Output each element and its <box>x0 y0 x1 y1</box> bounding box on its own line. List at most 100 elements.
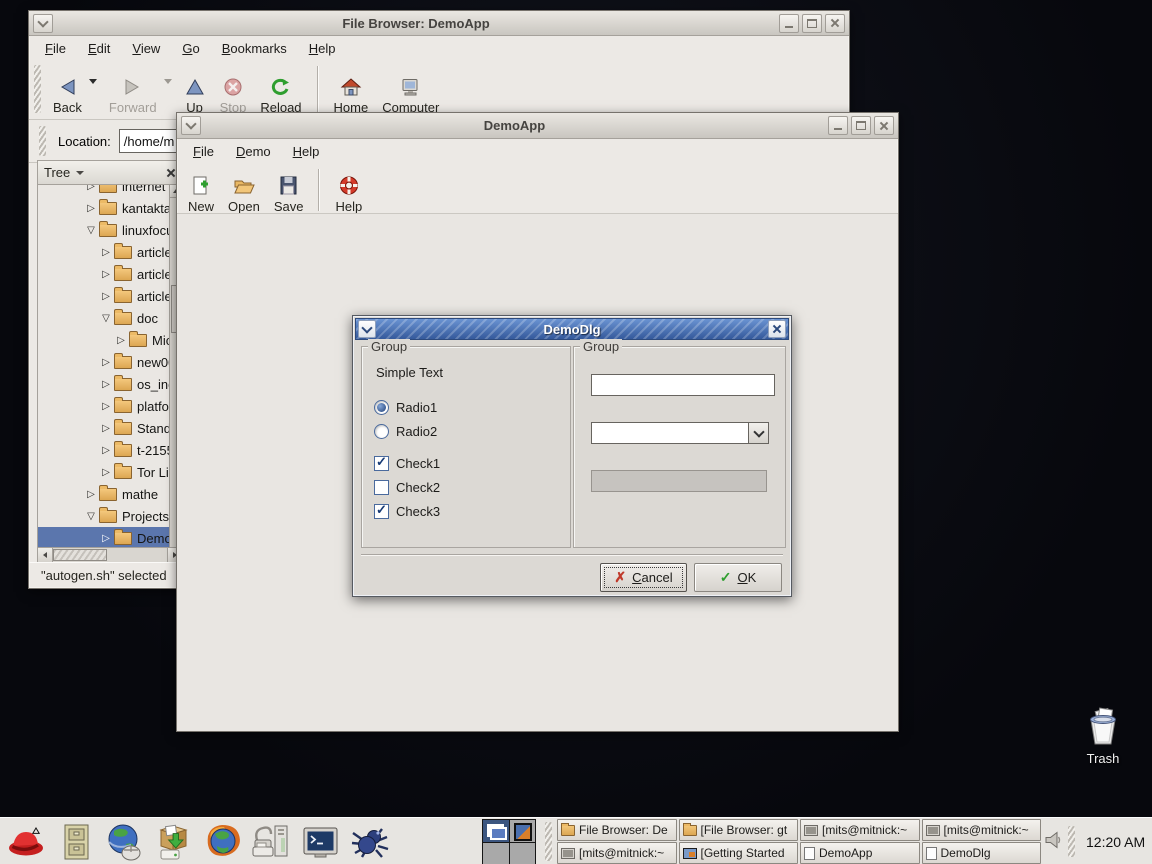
checkbox-check3[interactable]: Check3 <box>374 499 440 523</box>
collapse-icon[interactable]: ▽ <box>84 225 98 236</box>
demodlg-titlebar[interactable]: DemoDlg <box>355 318 789 340</box>
tree-item-demoa[interactable]: ▷DemoA <box>38 527 170 548</box>
taskbar-window-demodlg[interactable]: DemoDlg <box>922 842 1042 864</box>
expand-icon[interactable]: ▷ <box>99 269 113 280</box>
tree-item-internet[interactable]: ▷internet <box>38 185 170 197</box>
minimize-button[interactable] <box>779 14 799 33</box>
checkbox-icon[interactable] <box>374 480 389 495</box>
close-button[interactable] <box>874 116 894 135</box>
expand-icon[interactable]: ▷ <box>84 203 98 214</box>
tree-item-os-inc[interactable]: ▷os_inc <box>38 373 170 395</box>
taskbar-window-mits-mitnick[interactable]: [mits@mitnick:~ <box>800 819 920 841</box>
tree-item-standa[interactable]: ▷Standa <box>38 417 170 439</box>
launcher-terminal[interactable] <box>300 822 342 862</box>
launcher-file-manager[interactable] <box>55 822 97 862</box>
close-sidebar-icon[interactable] <box>166 168 176 178</box>
launcher-package-installer[interactable] <box>153 822 195 862</box>
checkbox-icon[interactable] <box>374 504 389 519</box>
menu-bookmarks[interactable]: Bookmarks <box>214 39 295 58</box>
window-menu-button[interactable] <box>33 14 53 33</box>
workspace-2[interactable] <box>510 820 536 842</box>
expand-icon[interactable]: ▷ <box>99 423 113 434</box>
taskbar-window-mits-mitnick[interactable]: [mits@mitnick:~ <box>557 842 677 864</box>
expand-icon[interactable]: ▷ <box>99 357 113 368</box>
scroll-left-button[interactable] <box>38 548 53 562</box>
launcher-red-hat-menu[interactable] <box>6 822 48 862</box>
clock-drag-handle[interactable] <box>1068 826 1075 857</box>
forward-button[interactable]: Forward <box>102 62 164 116</box>
workspace-1[interactable] <box>483 820 509 842</box>
tree-item-article[interactable]: ▷article <box>38 263 170 285</box>
stop-button[interactable]: Stop <box>213 62 254 116</box>
radio-radio2[interactable]: Radio2 <box>374 419 437 443</box>
back-dropdown-icon[interactable] <box>89 79 97 84</box>
ok-button[interactable]: ✓ OK <box>694 563 782 592</box>
trash-icon[interactable]: Trash <box>1076 706 1130 766</box>
locationbar-drag-handle[interactable] <box>39 126 46 156</box>
home-button[interactable]: Home <box>327 62 376 116</box>
expand-icon[interactable]: ▷ <box>99 401 113 412</box>
demoapp-titlebar[interactable]: DemoApp <box>177 113 898 139</box>
scrollbar-thumb[interactable] <box>53 549 107 561</box>
tree-item-article[interactable]: ▷article <box>38 285 170 307</box>
menu-go[interactable]: Go <box>174 39 207 58</box>
workspace-switcher[interactable] <box>482 819 536 864</box>
taskbar-window-demoapp[interactable]: DemoApp <box>800 842 920 864</box>
launcher-web-browser[interactable] <box>104 822 146 862</box>
tree-item-mic[interactable]: ▷Mic <box>38 329 170 351</box>
launcher-printer-hardware[interactable] <box>251 822 293 862</box>
window-menu-button[interactable] <box>358 320 376 338</box>
workspace-4[interactable] <box>510 843 536 864</box>
radio-icon[interactable] <box>374 424 389 439</box>
open-button[interactable]: Open <box>221 165 267 215</box>
collapse-icon[interactable]: ▽ <box>84 511 98 522</box>
taskbar-window-file-browser-gt[interactable]: [File Browser: gt <box>679 819 799 841</box>
tree-item-kantakta[interactable]: ▷kantakta <box>38 197 170 219</box>
tree-item-article[interactable]: ▷article <box>38 241 170 263</box>
checkbox-check2[interactable]: Check2 <box>374 475 440 499</box>
combo-input[interactable] <box>591 422 749 444</box>
radio-icon[interactable] <box>374 400 389 415</box>
workspace-3[interactable] <box>483 843 509 864</box>
menu-demo[interactable]: Demo <box>228 142 279 161</box>
close-button[interactable] <box>825 14 845 33</box>
maximize-button[interactable] <box>802 14 822 33</box>
menu-file[interactable]: File <box>185 142 222 161</box>
expand-icon[interactable]: ▷ <box>99 467 113 478</box>
file-browser-titlebar[interactable]: File Browser: DemoApp <box>29 11 849 36</box>
reload-button[interactable]: Reload <box>253 62 308 116</box>
forward-dropdown-icon[interactable] <box>164 79 172 84</box>
menu-file[interactable]: File <box>37 39 74 58</box>
expand-icon[interactable]: ▷ <box>99 533 113 544</box>
back-button[interactable]: Back <box>46 62 89 116</box>
taskbar-window-getting-started[interactable]: [Getting Started <box>679 842 799 864</box>
menu-help[interactable]: Help <box>285 142 328 161</box>
tree-item-tor-lil[interactable]: ▷Tor Lil <box>38 461 170 483</box>
window-menu-button[interactable] <box>181 116 201 135</box>
tree-item-t-2155[interactable]: ▷t-2155 <box>38 439 170 461</box>
expand-icon[interactable]: ▷ <box>99 445 113 456</box>
tasklist-drag-handle[interactable] <box>545 822 552 861</box>
maximize-button[interactable] <box>851 116 871 135</box>
expand-icon[interactable]: ▷ <box>99 247 113 258</box>
tree-item-projects[interactable]: ▽Projects <box>38 505 170 527</box>
help-button[interactable]: Help <box>328 165 369 215</box>
expand-icon[interactable]: ▷ <box>84 185 98 192</box>
new-button[interactable]: New <box>181 165 221 215</box>
taskbar-window-file-browser-de[interactable]: File Browser: De <box>557 819 677 841</box>
combo-box[interactable] <box>591 422 769 444</box>
expand-icon[interactable]: ▷ <box>99 291 113 302</box>
toolbar-drag-handle[interactable] <box>34 65 41 113</box>
tree-item-linuxfocu[interactable]: ▽linuxfocu <box>38 219 170 241</box>
combo-dropdown-button[interactable] <box>749 422 769 444</box>
checkbox-icon[interactable] <box>374 456 389 471</box>
expand-icon[interactable]: ▷ <box>84 489 98 500</box>
sidebar-header[interactable]: Tree <box>38 161 182 185</box>
volume-icon[interactable] <box>1044 831 1062 854</box>
radio-radio1[interactable]: Radio1 <box>374 395 437 419</box>
menu-help[interactable]: Help <box>301 39 344 58</box>
tree-item-mathe[interactable]: ▷mathe <box>38 483 170 505</box>
tree-item-new00[interactable]: ▷new00 <box>38 351 170 373</box>
horizontal-scrollbar[interactable] <box>38 547 182 562</box>
checkbox-check1[interactable]: Check1 <box>374 451 440 475</box>
